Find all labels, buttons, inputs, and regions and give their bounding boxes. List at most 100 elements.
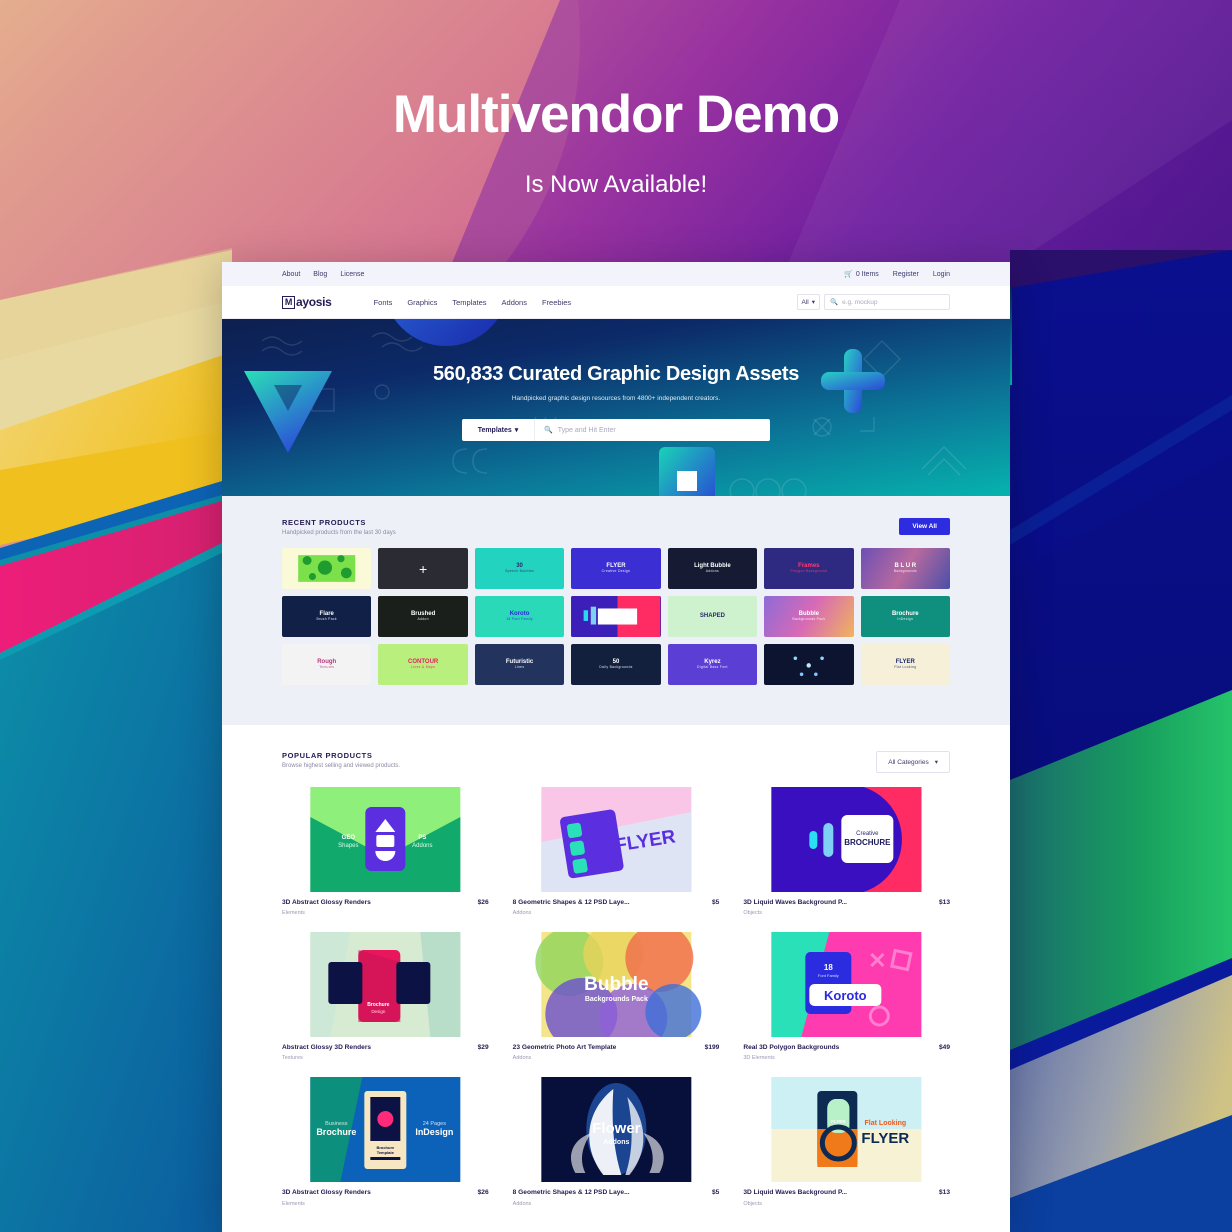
product-category: Elements	[282, 1200, 305, 1207]
recent-product-thumb[interactable]: Flare Brush Pack	[282, 596, 372, 637]
nav-search-input[interactable]: 🔍 e.g. mockup	[824, 294, 950, 310]
nav-links: Fonts Graphics Templates Addons Freebies	[374, 298, 572, 307]
nav-item-templates[interactable]: Templates	[452, 298, 486, 307]
chevron-down-icon: ▾	[514, 427, 519, 434]
product-meta: 8 Geometric Shapes & 12 PSD Laye... Addon…	[513, 1189, 720, 1206]
search-icon: 🔍	[544, 427, 553, 434]
product-name: 8 Geometric Shapes & 12 PSD Laye...	[512, 1189, 630, 1197]
topbar-link-about[interactable]: About	[282, 271, 300, 278]
recent-product-thumb[interactable]: +	[378, 548, 468, 589]
recent-products-title: RECENT PRODUCTS	[282, 518, 367, 527]
product-thumbnail[interactable]: Brochure Design	[282, 932, 489, 1038]
product-card[interactable]: FLYER Flat Looking FLYER 3D Liquid Waves Ba…	[743, 1077, 950, 1207]
svg-text:Addons: Addons	[603, 1139, 629, 1146]
product-name: 3D Liquid Waves Background P...	[743, 1189, 848, 1197]
site-logo[interactable]: Mayosis	[282, 295, 332, 309]
recent-product-thumb[interactable]: FLYER Creative Design	[571, 548, 661, 589]
hero-search-input[interactable]: 🔍 Type and Hit Enter	[535, 426, 616, 435]
recent-product-thumb[interactable]	[282, 548, 372, 589]
nav-item-graphics[interactable]: Graphics	[407, 298, 437, 307]
recent-product-thumb[interactable]: Futuristic Lines	[474, 644, 565, 685]
product-card[interactable]: Brochure Design Abstract Glossy 3D Renders…	[282, 932, 489, 1061]
product-thumbnail[interactable]: FLYER Flat Looking FLYER	[743, 1077, 950, 1183]
recent-product-thumb[interactable]: Brushed Addon	[378, 596, 468, 637]
recent-product-thumb[interactable]: 50 Daily Backgrounds	[571, 644, 661, 685]
login-link[interactable]: Login	[933, 271, 950, 278]
product-price: $199	[704, 1044, 720, 1052]
promo-subtitle: Is Now Available!	[524, 171, 708, 198]
product-card[interactable]: Flower Addons 8 Geometric Shapes & 12 PSD …	[513, 1077, 720, 1207]
product-card[interactable]: Bubble Backgrounds Pack 23 Geometric Photo…	[512, 932, 720, 1062]
recent-product-thumb[interactable]: SHAPED	[667, 596, 758, 637]
hero-category-select[interactable]: Templates ▾	[462, 419, 535, 441]
recent-product-thumb[interactable]	[764, 644, 854, 685]
hero-search-placeholder: Type and Hit Enter	[557, 426, 616, 434]
register-link[interactable]: Register	[893, 271, 919, 278]
product-card[interactable]: GEO Shapes PS Addons 3D Abstract Glossy Rend…	[282, 787, 489, 916]
product-name: Real 3D Polygon Backgrounds	[743, 1044, 840, 1052]
hero-category-value: Templates	[477, 426, 512, 434]
product-price: $13	[938, 1189, 950, 1197]
product-category: 3D Elements	[743, 1055, 775, 1062]
product-price: $49	[938, 1044, 950, 1052]
svg-text:Backgrounds Pack: Backgrounds Pack	[584, 996, 647, 1003]
recent-product-thumb[interactable]	[571, 596, 661, 637]
recent-product-thumb[interactable]: Light Bubble Addons	[667, 548, 758, 589]
svg-text:PS: PS	[418, 835, 426, 841]
product-category: Addons	[512, 1055, 532, 1062]
nav-item-fonts[interactable]: Fonts	[374, 298, 393, 307]
utility-account: 🛒 0 Items Register Login	[844, 270, 950, 279]
product-thumbnail[interactable]: Flower Addons	[513, 1077, 720, 1183]
svg-text:Design: Design	[371, 1009, 386, 1014]
topbar-link-blog[interactable]: Blog	[313, 271, 327, 278]
product-thumbnail[interactable]: GEO Shapes PS Addons	[282, 787, 489, 892]
svg-text:GEO: GEO	[342, 835, 356, 841]
product-card[interactable]: Creative BROCHURE 3D Liquid Waves Backgrou…	[743, 787, 950, 916]
product-thumbnail[interactable]: FLYER	[513, 787, 720, 892]
search-icon: 🔍	[830, 299, 839, 306]
category-filter-dropdown[interactable]: All Categories ▾	[876, 751, 950, 773]
recent-products-grid: +30 Speech Bubbles FLYER Creative Design Lig…	[282, 548, 950, 685]
product-name: 8 Geometric Shapes & 12 PSD Laye...	[512, 899, 630, 906]
recent-product-thumb[interactable]: 30 Speech Bubbles	[474, 548, 565, 589]
popular-products-subtitle: Browse highest selling and viewed produc…	[282, 763, 401, 769]
recent-product-thumb[interactable]: FLYER Flat Looking	[860, 644, 950, 685]
product-category: Objects	[743, 910, 762, 917]
cart-link[interactable]: 🛒 0 Items	[844, 270, 879, 278]
product-price: $5	[711, 1189, 720, 1197]
product-card[interactable]: FLYER 8 Geometric Shapes & 12 PSD Laye...…	[512, 787, 720, 917]
utility-bar: About Blog License 🛒 0 Items Register Log…	[222, 262, 1010, 286]
product-thumbnail[interactable]: 18 Font Family Koroto	[743, 932, 950, 1038]
recent-product-thumb[interactable]: B L U R Backgrounds	[860, 548, 950, 589]
recent-product-thumb[interactable]: Rough Textures	[282, 644, 372, 685]
product-category: Addons	[512, 910, 532, 917]
view-all-button[interactable]: View All	[899, 518, 950, 535]
promo-title: Multivendor Demo	[392, 85, 840, 144]
product-thumbnail[interactable]: Bubble Backgrounds Pack	[513, 932, 720, 1038]
topbar-link-license[interactable]: License	[340, 271, 364, 278]
nav-search-placeholder: e.g. mockup	[842, 298, 878, 306]
recent-product-thumb[interactable]: Brochure InDesign	[860, 596, 950, 637]
svg-text:Bubble: Bubble	[584, 974, 648, 995]
nav-item-freebies[interactable]: Freebies	[542, 298, 571, 307]
recent-product-thumb[interactable]: Bubble Backgrounds Pack	[764, 596, 854, 637]
nav-item-addons[interactable]: Addons	[502, 298, 527, 307]
product-card[interactable]: 18 Font Family Koroto Real 3D Polygon Backg…	[743, 932, 950, 1061]
product-card[interactable]: Brochure Template Business Brochure 24 Pages…	[282, 1077, 489, 1207]
recent-products-section: RECENT PRODUCTS Handpicked products from…	[222, 496, 1010, 725]
svg-text:Creative: Creative	[856, 831, 879, 837]
svg-text:Shapes: Shapes	[338, 843, 358, 849]
nav-category-select[interactable]: All ▾	[796, 294, 820, 310]
recent-product-thumb[interactable]: Koroto 18 Font Family	[474, 596, 565, 637]
nav-category-value: All	[801, 298, 809, 306]
popular-products-header: POPULAR PRODUCTS Browse highest selling …	[282, 751, 950, 773]
product-category: Addons	[512, 1200, 532, 1207]
recent-product-thumb[interactable]: CONTOUR Lines & Maps	[378, 644, 468, 685]
recent-product-thumb[interactable]: Frames Polygon Background	[764, 548, 854, 589]
svg-text:Brochure: Brochure	[316, 1127, 356, 1137]
main-navigation: Mayosis Fonts Graphics Templates Addons …	[222, 286, 1010, 319]
recent-product-thumb[interactable]: Kyrez Digital Bass Font	[667, 644, 758, 685]
product-name: Abstract Glossy 3D Renders	[282, 1044, 372, 1052]
product-thumbnail[interactable]: Creative BROCHURE	[743, 787, 950, 892]
product-thumbnail[interactable]: Brochure Template Business Brochure 24 Pages…	[282, 1077, 489, 1183]
